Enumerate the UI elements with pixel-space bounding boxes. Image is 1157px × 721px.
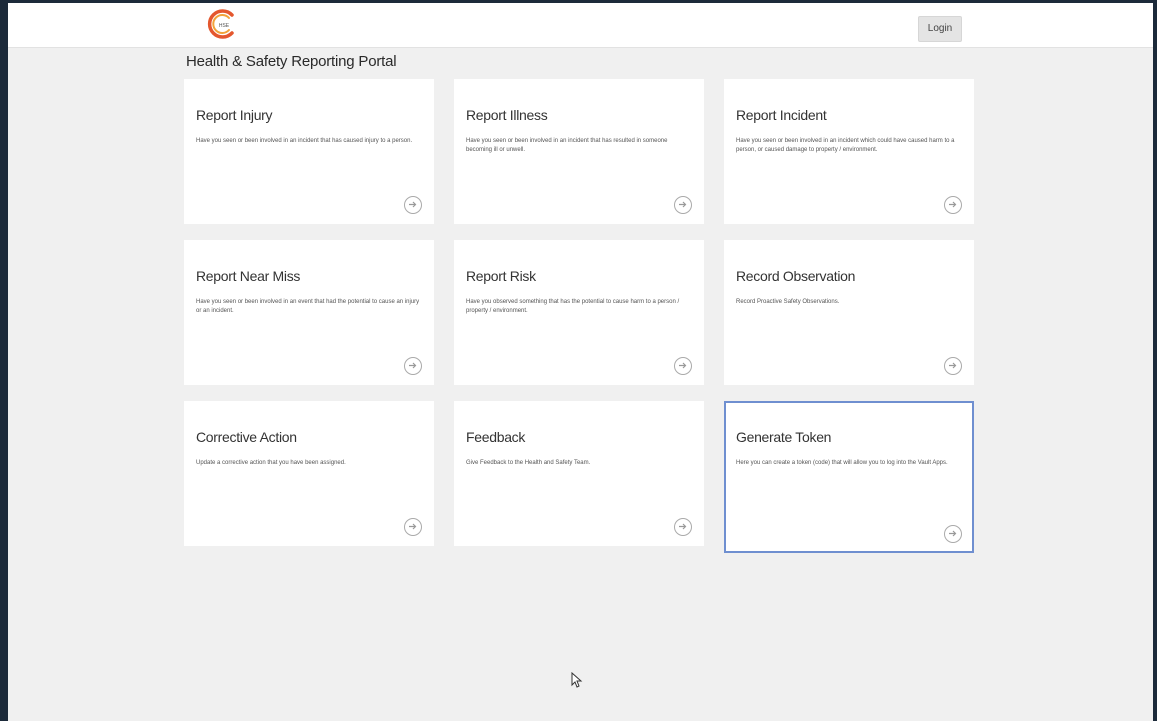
- card-description: Have you seen or been involved in an inc…: [196, 138, 413, 144]
- arrow-right-circle-icon[interactable]: [404, 357, 422, 375]
- report-injury-card[interactable]: Report Injury Have you seen or been invo…: [184, 79, 434, 224]
- card-description: Give Feedback to the Health and Safety T…: [466, 460, 591, 466]
- top-bar: HSE Login: [8, 3, 1153, 48]
- card-title: Report Illness: [466, 107, 548, 123]
- company-logo[interactable]: HSE: [205, 7, 239, 41]
- card-title: Report Risk: [466, 268, 536, 284]
- card-title: Report Near Miss: [196, 268, 301, 284]
- report-card-grid: Report Injury Have you seen or been invo…: [184, 79, 974, 553]
- report-risk-card[interactable]: Report Risk Have you observed something …: [454, 240, 704, 385]
- report-near-miss-card[interactable]: Report Near Miss Have you seen or been i…: [184, 240, 434, 385]
- card-description: Have you seen or been involved in an eve…: [196, 299, 420, 314]
- card-description: Record Proactive Safety Observations.: [736, 299, 840, 305]
- card-description: Have you seen or been involved in an inc…: [466, 138, 668, 153]
- portal-window: HSE Login Health & Safety Reporting Port…: [8, 3, 1153, 721]
- mouse-cursor-icon: [571, 672, 583, 688]
- arrow-right-circle-icon[interactable]: [674, 518, 692, 536]
- arrow-right-circle-icon[interactable]: [404, 196, 422, 214]
- feedback-card[interactable]: Feedback Give Feedback to the Health and…: [454, 401, 704, 546]
- arrow-right-circle-icon[interactable]: [674, 196, 692, 214]
- record-observation-card[interactable]: Record Observation Record Proactive Safe…: [724, 240, 974, 385]
- card-title: Report Injury: [196, 107, 273, 123]
- corrective-action-card[interactable]: Corrective Action Update a corrective ac…: [184, 401, 434, 546]
- login-button[interactable]: Login: [918, 16, 962, 42]
- card-description: Have you seen or been involved in an inc…: [736, 138, 955, 153]
- card-title: Report Incident: [736, 107, 827, 123]
- logo-text: HSE: [219, 23, 230, 29]
- card-title: Record Observation: [736, 268, 856, 284]
- arrow-right-circle-icon[interactable]: [944, 196, 962, 214]
- generate-token-card[interactable]: Generate Token Here you can create a tok…: [724, 401, 974, 553]
- arrow-right-circle-icon[interactable]: [944, 357, 962, 375]
- report-incident-card[interactable]: Report Incident Have you seen or been in…: [724, 79, 974, 224]
- card-description: Update a corrective action that you have…: [196, 460, 346, 466]
- arrow-right-circle-icon[interactable]: [944, 525, 962, 543]
- card-title: Feedback: [466, 429, 526, 445]
- report-illness-card[interactable]: Report Illness Have you seen or been inv…: [454, 79, 704, 224]
- arrow-right-circle-icon[interactable]: [404, 518, 422, 536]
- card-description: Here you can create a token (code) that …: [736, 460, 948, 466]
- card-title: Corrective Action: [196, 429, 297, 445]
- arrow-right-circle-icon[interactable]: [674, 357, 692, 375]
- card-title: Generate Token: [736, 429, 832, 445]
- page-title: Health & Safety Reporting Portal: [186, 53, 397, 70]
- card-description: Have you observed something that has the…: [466, 299, 680, 314]
